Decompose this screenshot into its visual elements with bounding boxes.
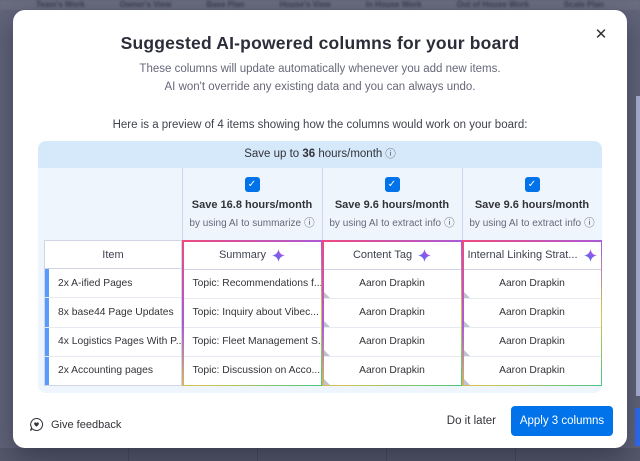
blurred-board-tab: Team's Work <box>36 0 85 10</box>
savings-banner: Save up to 36 hours/monthⓘ <box>38 141 602 168</box>
ai-sparkle-icon <box>584 249 597 262</box>
modal-title: Suggested AI-powered columns for your bo… <box>13 10 627 54</box>
column-header-label: Summary <box>219 249 266 261</box>
check-icon: ✓ <box>248 179 256 190</box>
summary-cell: Topic: Recommendations f... <box>184 270 321 299</box>
preview-table: Item 2x A-ified Pages 8x base44 Page Upd… <box>44 240 600 386</box>
summary-cell: Topic: Inquiry about Vibec... <box>184 299 321 328</box>
blurred-board-tab: Base Plan <box>206 0 244 10</box>
table-row: 4x Logistics Pages With P... <box>45 328 181 357</box>
internal-linking-cell: Aaron Drapkin <box>464 270 601 299</box>
close-icon[interactable]: ✕ <box>592 26 610 44</box>
apply-columns-button[interactable]: Apply 3 columns <box>511 406 613 436</box>
item-color-bar <box>45 357 49 385</box>
background-scrollbar <box>636 96 640 396</box>
check-icon: ✓ <box>528 179 536 190</box>
item-name: 4x Logistics Pages With P... <box>58 336 181 347</box>
column-header-content-tag: Content Tag <box>324 242 461 270</box>
item-name: 2x Accounting pages <box>58 365 153 376</box>
item-color-bar <box>45 328 49 356</box>
banner-text-prefix: Save up to <box>244 148 302 160</box>
column-item: Item 2x A-ified Pages 8x base44 Page Upd… <box>44 240 182 386</box>
column-content-tag: Content Tag Aaron Drapkin Aaron Drapkin … <box>322 240 462 386</box>
summary-cell: Topic: Fleet Management S... <box>184 328 321 357</box>
content-tag-cell: Aaron Drapkin <box>324 270 461 299</box>
modal-subtitle: These columns will update automatically … <box>13 61 627 96</box>
preview-description: Here is a preview of 4 items showing how… <box>13 119 627 131</box>
internal-linking-cell: Aaron Drapkin <box>464 328 601 357</box>
suggestion-internal-linking: ✓ Save 9.6 hours/month by using AI to ex… <box>462 177 602 230</box>
summary-checkbox[interactable]: ✓ <box>245 177 260 192</box>
item-color-bar <box>45 269 49 297</box>
blurred-board-tab: Owner's View <box>120 0 172 10</box>
info-icon[interactable]: ⓘ <box>584 217 595 229</box>
column-header-summary: Summary <box>184 242 321 270</box>
suggestion-method-text: by using AI to summarizeⓘ <box>182 215 322 230</box>
banner-hours-value: 36 <box>302 148 315 160</box>
feedback-bubble-icon <box>29 417 44 432</box>
ai-sparkle-icon <box>418 249 431 262</box>
column-header-item: Item <box>45 241 181 269</box>
internal-linking-cell: Aaron Drapkin <box>464 357 601 385</box>
info-icon[interactable]: ⓘ <box>385 148 396 160</box>
method-label: by using AI to summarize <box>189 218 301 229</box>
background-board-header: Team's Work Owner's View Base Plan House… <box>0 0 640 10</box>
item-name: 8x base44 Page Updates <box>58 307 174 318</box>
suggestions-panel: Save up to 36 hours/monthⓘ ✓ Save 16.8 h… <box>38 141 602 393</box>
ai-columns-modal: ✕ Suggested AI-powered columns for your … <box>13 10 627 448</box>
internal-linking-cell: Aaron Drapkin <box>464 299 601 328</box>
banner-text-suffix: hours/month <box>315 148 382 160</box>
do-it-later-button[interactable]: Do it later <box>447 415 496 427</box>
suggestion-content-tag: ✓ Save 9.6 hours/month by using AI to ex… <box>322 177 462 230</box>
subtitle-line-1: These columns will update automatically … <box>13 61 627 79</box>
column-header-label: Internal Linking Strat... <box>467 249 577 261</box>
table-row: 2x A-ified Pages <box>45 269 181 298</box>
table-row: 2x Accounting pages <box>45 357 181 385</box>
background-blue-accent <box>635 408 640 446</box>
summary-cell: Topic: Discussion on Acco... <box>184 357 321 385</box>
suggestion-method-text: by using AI to extract infoⓘ <box>322 215 462 230</box>
give-feedback-button[interactable]: Give feedback <box>29 417 121 432</box>
internal-linking-checkbox[interactable]: ✓ <box>525 177 540 192</box>
suggestion-method-text: by using AI to extract infoⓘ <box>462 215 602 230</box>
column-internal-linking: Internal Linking Strat... Aaron Drapkin … <box>462 240 602 386</box>
suggestion-save-text: Save 9.6 hours/month <box>462 199 602 211</box>
item-color-bar <box>45 298 49 326</box>
info-icon[interactable]: ⓘ <box>304 217 315 229</box>
column-header-internal-linking: Internal Linking Strat... <box>464 242 601 270</box>
subtitle-line-2: AI won't override any existing data and … <box>13 79 627 97</box>
method-label: by using AI to extract info <box>469 218 581 229</box>
info-icon[interactable]: ⓘ <box>444 217 455 229</box>
method-label: by using AI to extract info <box>329 218 441 229</box>
suggestion-save-text: Save 9.6 hours/month <box>322 199 462 211</box>
column-summary: Summary Topic: Recommendations f... Topi… <box>182 240 322 386</box>
blurred-board-tab: House's View <box>280 0 331 10</box>
background-board-bottom <box>0 448 640 461</box>
column-header-label: Content Tag <box>353 249 412 261</box>
blurred-board-tab: In House Work <box>366 0 422 10</box>
suggestion-summary: ✓ Save 16.8 hours/month by using AI to s… <box>182 177 322 230</box>
blurred-board-tab: Scale Plan <box>564 0 604 10</box>
check-icon: ✓ <box>388 179 396 190</box>
suggestion-save-text: Save 16.8 hours/month <box>182 199 322 211</box>
content-tag-cell: Aaron Drapkin <box>324 299 461 328</box>
feedback-label: Give feedback <box>51 419 121 431</box>
content-tag-cell: Aaron Drapkin <box>324 328 461 357</box>
item-name: 2x A-ified Pages <box>58 278 132 289</box>
table-row: 8x base44 Page Updates <box>45 298 181 327</box>
content-tag-cell: Aaron Drapkin <box>324 357 461 385</box>
blurred-board-tab: Out of House Work <box>457 0 529 10</box>
content-tag-checkbox[interactable]: ✓ <box>385 177 400 192</box>
ai-sparkle-icon <box>272 249 285 262</box>
